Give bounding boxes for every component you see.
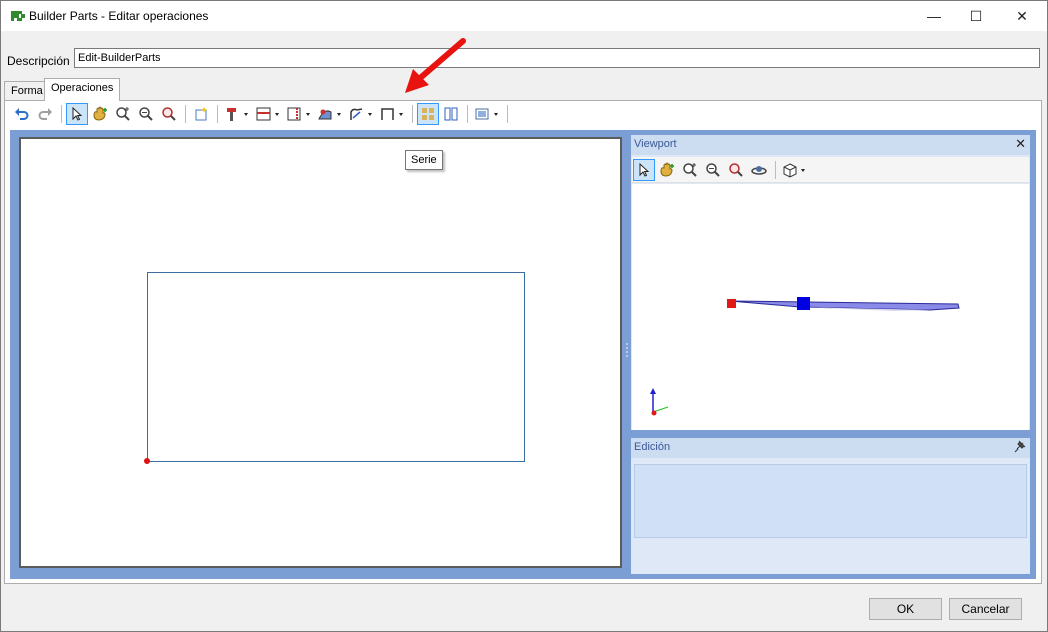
viewport-pan-button[interactable] [656, 159, 678, 181]
viewport-toolbar [632, 157, 1029, 183]
zoom-out-icon [139, 107, 153, 121]
new-operation-icon [195, 107, 207, 121]
viewport-3d-view-dropdown[interactable] [780, 159, 810, 181]
orbit-icon [751, 165, 767, 175]
undo-button[interactable] [11, 103, 33, 125]
operations-toolbar [5, 101, 1041, 127]
3d-cube-dropdown-icon [783, 162, 805, 178]
cut-dropdown-button[interactable] [315, 103, 345, 125]
serie-button[interactable] [417, 103, 439, 125]
undo-icon [15, 108, 29, 120]
tab-forma[interactable]: Forma [4, 81, 50, 101]
ok-button[interactable]: OK [869, 598, 942, 620]
splitter-grip[interactable] [625, 341, 629, 361]
description-label: Descripción [7, 54, 70, 68]
pan-hand-icon [93, 106, 107, 121]
serie-tooltip: Serie [405, 150, 443, 170]
zoom-extents-button[interactable] [158, 103, 180, 125]
view-options-dropdown-button[interactable] [472, 103, 502, 125]
tab-operaciones[interactable]: Operaciones [44, 78, 121, 101]
toolbar-separator [507, 105, 508, 123]
toolbar-separator [61, 105, 62, 123]
new-operation-button[interactable] [190, 103, 212, 125]
select-pointer-icon [639, 162, 650, 177]
edicion-body [634, 464, 1027, 538]
pocket-dropdown-button[interactable] [253, 103, 283, 125]
maximize-button[interactable]: ☐ [953, 1, 999, 31]
pocket-dropdown-icon [256, 107, 279, 121]
pan-hand-icon [660, 162, 674, 177]
view-options-dropdown-icon [475, 108, 498, 120]
pan-tool-button[interactable] [89, 103, 111, 125]
close-icon[interactable]: ✕ [1015, 136, 1026, 152]
toolbar-separator [467, 105, 468, 123]
cut-dropdown-icon [318, 109, 341, 120]
zoom-out-icon [706, 162, 720, 177]
viewport-orbit-button[interactable] [748, 159, 770, 181]
select-tool-button[interactable] [66, 103, 88, 125]
split-button[interactable] [440, 103, 462, 125]
zoom-extents-icon [729, 162, 743, 177]
part-outline[interactable] [147, 272, 525, 462]
zoom-in-button[interactable] [112, 103, 134, 125]
redo-icon [38, 108, 52, 120]
toolbar-separator [412, 105, 413, 123]
drill-dropdown-button[interactable] [222, 103, 252, 125]
viewport-zoom-in-button[interactable] [679, 159, 701, 181]
viewport-zoom-out-button[interactable] [702, 159, 724, 181]
builder-parts-window: Builder Parts - Editar operaciones — ☐ ✕… [0, 0, 1048, 632]
toolbar-separator [775, 160, 776, 179]
edicion-header: Edición [631, 438, 1030, 458]
viewport-part-handle[interactable] [797, 297, 810, 310]
viewport-select-button[interactable] [633, 158, 655, 181]
green-piece-icon [11, 11, 25, 21]
toolbar-separator [185, 105, 186, 123]
description-input[interactable] [74, 48, 1040, 68]
viewport-panel: Viewport ✕ [630, 134, 1031, 431]
redo-button[interactable] [34, 103, 56, 125]
viewport-origin-handle[interactable] [727, 299, 736, 308]
minimize-icon: — [927, 8, 941, 24]
edicion-title: Edición [634, 441, 671, 453]
viewport-header: Viewport ✕ [631, 135, 1030, 155]
frame-dropdown-button[interactable] [377, 103, 407, 125]
zoom-extents-icon [162, 107, 176, 121]
toolbar-separator [217, 105, 218, 123]
title-bar[interactable]: Builder Parts - Editar operaciones — ☐ ✕ [1, 1, 1047, 31]
select-pointer-icon [72, 106, 83, 121]
viewport-title: Viewport [634, 138, 677, 150]
cancel-button[interactable]: Cancelar [949, 598, 1022, 620]
close-button[interactable]: ✕ [999, 1, 1045, 31]
path-dropdown-icon [350, 108, 372, 120]
zoom-in-icon [683, 162, 697, 177]
maximize-icon: ☐ [969, 7, 983, 24]
minimize-button[interactable]: — [911, 1, 957, 31]
serie-icon [422, 108, 434, 120]
window-title: Builder Parts - Editar operaciones [29, 9, 209, 23]
zoom-out-button[interactable] [135, 103, 157, 125]
profile-dropdown-icon [287, 107, 310, 121]
pin-icon[interactable] [1014, 440, 1026, 454]
split-icon [444, 107, 458, 121]
path-dropdown-button[interactable] [346, 103, 376, 125]
edicion-panel: Edición [630, 437, 1031, 575]
close-icon: ✕ [1016, 7, 1028, 24]
profile-dropdown-button[interactable] [284, 103, 314, 125]
origin-point[interactable] [144, 458, 150, 464]
axis-gizmo [650, 388, 669, 416]
zoom-in-icon [116, 107, 130, 121]
drill-dropdown-icon [227, 108, 248, 121]
viewport-scene [650, 297, 960, 416]
frame-dropdown-icon [381, 108, 403, 120]
annotation-arrow-icon [405, 38, 466, 93]
viewport-3d-view[interactable] [632, 184, 1029, 430]
viewport-zoom-extents-button[interactable] [725, 159, 747, 181]
